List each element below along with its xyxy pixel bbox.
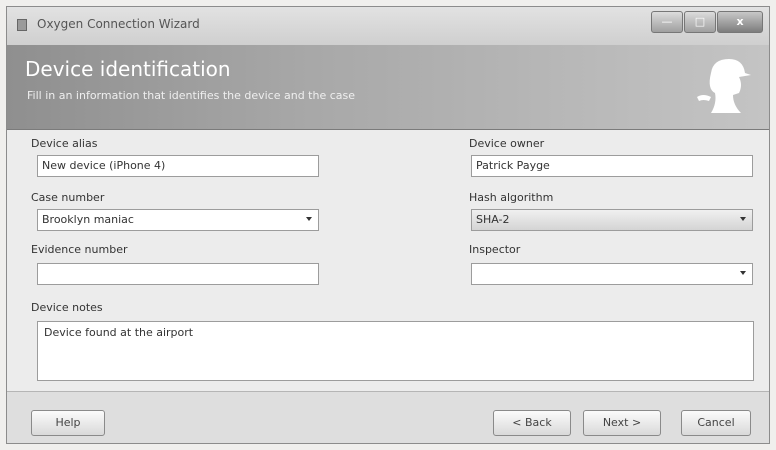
minimize-button[interactable]: — <box>651 11 683 33</box>
help-button[interactable]: Help <box>31 410 105 436</box>
device-notes-textarea[interactable]: Device found at the airport <box>37 321 754 381</box>
page-subtitle: Fill in an information that identifies t… <box>27 89 356 102</box>
case-number-value: Brooklyn maniac <box>42 213 134 226</box>
cancel-button[interactable]: Cancel <box>681 410 751 436</box>
title-bar[interactable]: Oxygen Connection Wizard — □ x <box>7 7 769 46</box>
hash-algorithm-value: SHA-2 <box>476 213 510 226</box>
hash-algorithm-label: Hash algorithm <box>469 191 554 204</box>
device-owner-label: Device owner <box>469 137 545 150</box>
inspector-label: Inspector <box>469 243 521 256</box>
evidence-number-input[interactable] <box>37 263 319 285</box>
maximize-button[interactable]: □ <box>684 11 716 33</box>
case-number-select[interactable]: Brooklyn maniac <box>37 209 319 231</box>
wizard-window: Oxygen Connection Wizard — □ x Device id… <box>6 6 770 444</box>
next-button[interactable]: Next > <box>583 410 661 436</box>
chevron-down-icon <box>740 271 746 275</box>
sherlock-silhouette-icon <box>697 59 751 113</box>
device-alias-label: Device alias <box>31 137 98 150</box>
chevron-down-icon <box>306 217 312 221</box>
case-number-label: Case number <box>31 191 105 204</box>
device-alias-input[interactable]: New device (iPhone 4) <box>37 155 319 177</box>
app-icon <box>17 19 27 31</box>
wizard-header: Device identification Fill in an informa… <box>7 45 769 130</box>
evidence-number-label: Evidence number <box>31 243 128 256</box>
back-button[interactable]: < Back <box>493 410 571 436</box>
wizard-footer: Help < Back Next > Cancel <box>7 391 769 443</box>
device-owner-input[interactable]: Patrick Payge <box>471 155 753 177</box>
hash-algorithm-select[interactable]: SHA-2 <box>471 209 753 231</box>
window-title: Oxygen Connection Wizard <box>37 17 200 31</box>
close-button[interactable]: x <box>717 11 763 33</box>
inspector-select[interactable] <box>471 263 753 285</box>
device-notes-label: Device notes <box>31 301 103 314</box>
window-controls: — □ x <box>650 11 763 35</box>
chevron-down-icon <box>740 217 746 221</box>
page-title: Device identification <box>25 57 231 81</box>
